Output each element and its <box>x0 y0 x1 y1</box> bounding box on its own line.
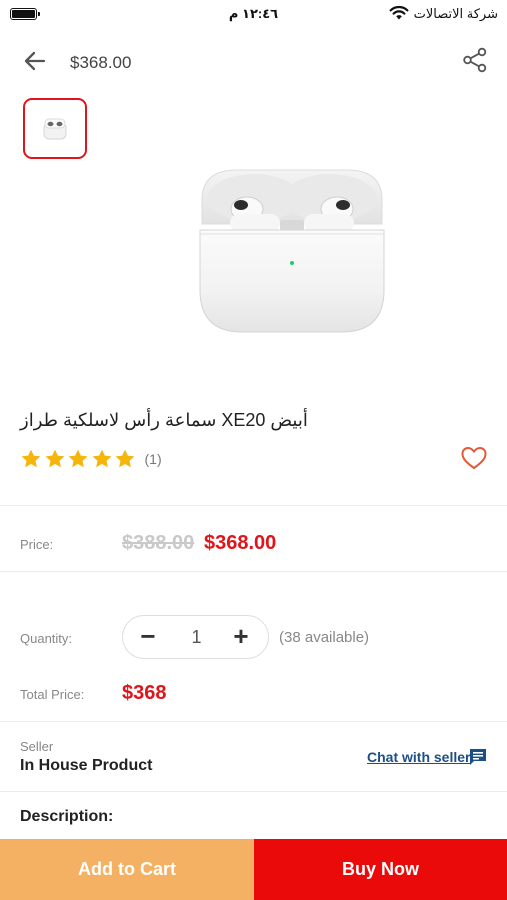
product-title: أبيض XE20 سماعة رأس لاسلكية طراز <box>20 410 308 430</box>
product-thumbnail[interactable] <box>23 98 87 159</box>
wifi-icon <box>389 5 409 20</box>
price-label: Price: <box>20 537 54 552</box>
rating-count: (1) <box>144 451 162 467</box>
buy-now-button[interactable]: Buy Now <box>254 839 507 900</box>
message-icon[interactable] <box>468 747 488 767</box>
divider <box>0 721 507 722</box>
description-heading: Description: <box>20 808 114 825</box>
original-price: $388.00 <box>122 532 195 554</box>
divider <box>0 571 507 572</box>
product-image <box>199 169 385 333</box>
carrier-name: شركة الاتصالات <box>413 6 498 21</box>
quantity-stepper: − 1 + <box>122 615 269 659</box>
decrease-quantity-button[interactable]: − <box>133 622 163 652</box>
seller-name: In House Product <box>20 757 153 774</box>
quantity-value[interactable]: 1 <box>178 627 215 648</box>
star-icon <box>21 449 41 468</box>
star-icon <box>115 449 135 468</box>
available-stock: (38 available) <box>279 629 370 646</box>
divider <box>0 791 507 792</box>
earbuds-thumbnail-image <box>43 118 67 139</box>
top-app-bar: $368.00 <box>0 38 507 86</box>
divider <box>0 505 507 506</box>
seller-label: Seller <box>20 739 54 754</box>
add-to-cart-button[interactable]: Add to Cart <box>0 839 254 900</box>
arrow-left-icon[interactable] <box>20 48 50 74</box>
total-price-value: $368 <box>122 682 167 704</box>
total-price-label: Total Price: <box>20 687 85 702</box>
status-bar: ١٢:٤٦ م شركة الاتصالات <box>0 0 507 30</box>
chat-with-seller-link[interactable]: Chat with seller <box>367 749 470 765</box>
header-price: $368.00 <box>70 53 132 72</box>
star-icon <box>68 449 88 468</box>
quantity-label: Quantity: <box>20 631 73 646</box>
sale-price: $368.00 <box>204 532 277 554</box>
share-icon[interactable] <box>461 46 489 74</box>
star-icon <box>92 449 111 468</box>
product-rating: (1) <box>20 446 162 472</box>
star-icon <box>45 449 64 468</box>
increase-quantity-button[interactable]: + <box>226 622 256 652</box>
bottom-action-bar: Add to Cart Buy Now <box>0 839 507 900</box>
heart-icon[interactable] <box>460 445 488 471</box>
